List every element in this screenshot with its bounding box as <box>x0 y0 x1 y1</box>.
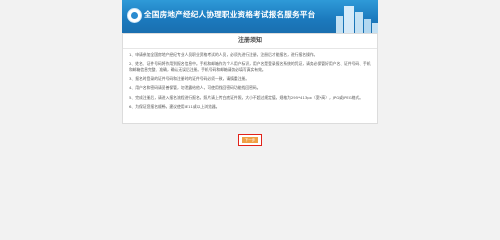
building-decoration <box>344 6 354 33</box>
notice-rule: 5、完成注册后，请进入报名流程进行报名，照片请上传白底证件照，大小不超过规定值，… <box>129 94 364 100</box>
next-step-button[interactable]: 下一步 <box>238 134 262 146</box>
page-title: 全国房地产经纪人协理职业资格考试报名服务平台 <box>144 10 316 19</box>
logo-icon <box>127 8 142 23</box>
building-decoration <box>336 16 343 33</box>
notice-rule: 2、姓名、证件号码将作用到报名信息中。手机和邮箱作为个人用户标识，用户名是登录报… <box>129 61 371 72</box>
notice-rule: 6、为保证您报名顺畅，建议使用IE11或以上浏览器。 <box>129 103 220 109</box>
next-step-label: 下一步 <box>242 137 258 143</box>
notice-rules-list: 1、申请参加全国房地产经纪专业人员职业资格考试的人员，必须先进行注册，注册后才能… <box>123 49 377 109</box>
notice-heading: 注册须知 <box>123 34 377 49</box>
building-decoration <box>372 23 378 33</box>
notice-rule: 4、用户名和密码请妥善保管，勿泄露给他人，可使用找回密码功能找回密码。 <box>129 85 261 91</box>
header-banner: 全国房地产经纪人协理职业资格考试报名服务平台 <box>122 0 378 33</box>
notice-rule: 1、申请参加全国房地产经纪专业人员职业资格考试的人员，必须先进行注册，注册后才能… <box>129 52 318 57</box>
registration-notice-panel: 注册须知 1、申请参加全国房地产经纪专业人员职业资格考试的人员，必须先进行注册，… <box>122 33 378 124</box>
building-decoration <box>364 19 371 33</box>
building-decoration <box>355 12 363 33</box>
notice-rule: 3、报名时登录的证件号码和注册时的证件号码必须一致，请慎重注册。 <box>129 76 250 81</box>
